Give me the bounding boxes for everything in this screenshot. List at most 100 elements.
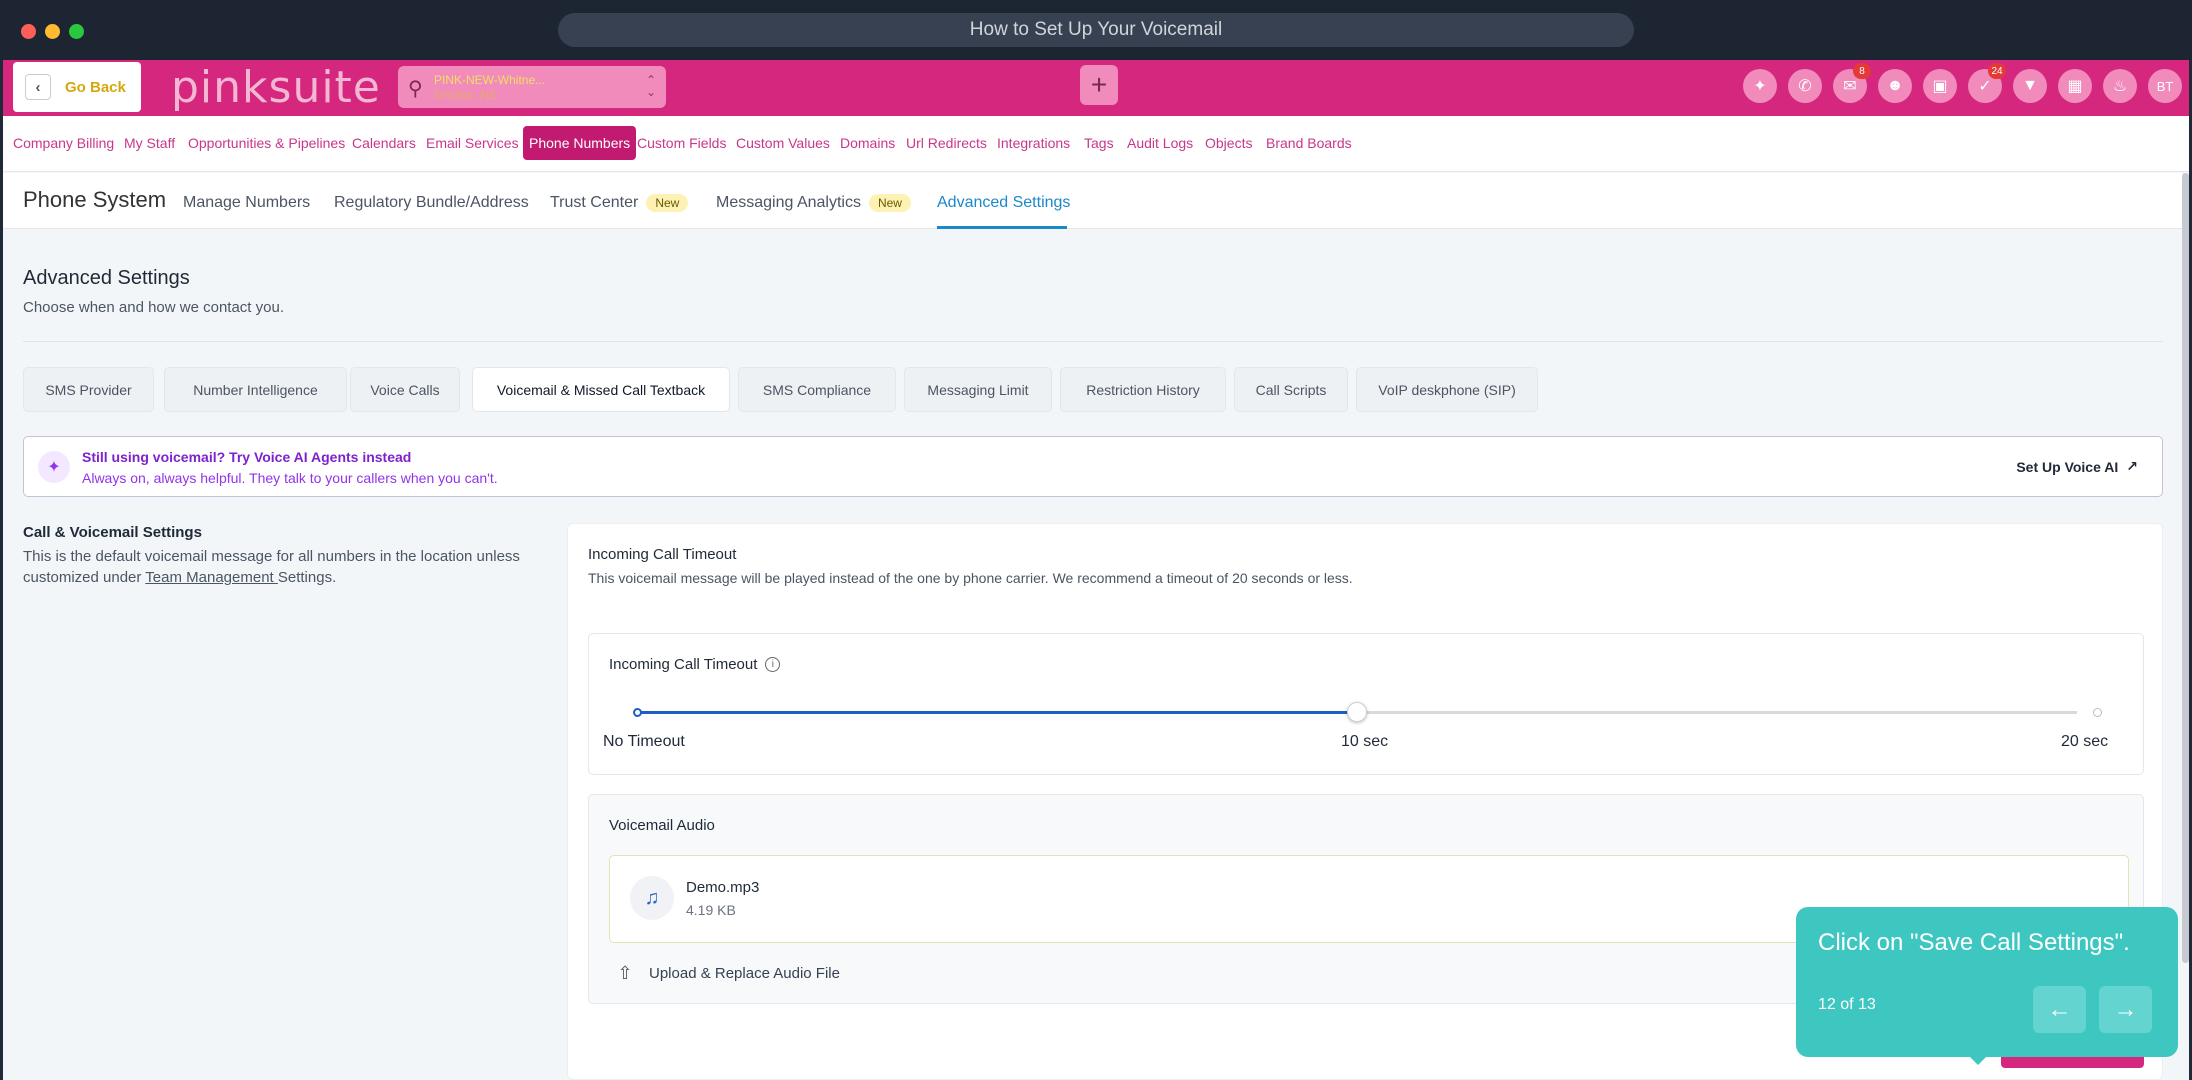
subtab-call-scripts[interactable]: Call Scripts [1234, 367, 1348, 412]
funnel-icon[interactable]: ▼ [2013, 69, 2047, 103]
timeout-title: Incoming Call Timeout [588, 546, 737, 563]
tooltip-tail [1968, 1055, 1988, 1065]
magic-icon[interactable]: ✦ [1743, 69, 1777, 103]
slider-max-label: 20 sec [2061, 733, 2109, 750]
settings-nav: Company Billing My Staff Opportunities &… [3, 116, 2189, 172]
tab-label: Messaging Analytics [716, 194, 861, 211]
nav-domains[interactable]: Domains [840, 135, 895, 151]
set-up-voice-ai-link[interactable]: Set Up Voice AI ↗ [2016, 458, 2138, 475]
external-link-icon: ↗ [2126, 458, 2138, 474]
bell-icon[interactable]: ♨ [2103, 69, 2137, 103]
divider [23, 341, 2163, 342]
nav-brand-boards[interactable]: Brand Boards [1266, 135, 1352, 151]
upload-label: Upload & Replace Audio File [649, 964, 840, 982]
timeout-desc: This voicemail message will be played in… [588, 570, 1353, 586]
slider-start-dot [633, 708, 642, 717]
slider-fill [637, 711, 1357, 714]
subtab-number-intelligence[interactable]: Number Intelligence [164, 367, 347, 412]
call-settings-desc: This is the default voicemail message fo… [23, 546, 543, 588]
tab-label: Advanced Settings [937, 194, 1071, 211]
nav-opportunities[interactable]: Opportunities & Pipelines [188, 135, 345, 151]
file-name: Demo.mp3 [686, 879, 760, 896]
page-scrollbar[interactable] [2182, 173, 2189, 963]
tooltip-next-button[interactable]: → [2099, 986, 2152, 1033]
close-window-button[interactable] [21, 24, 36, 39]
tab-label: Trust Center [550, 194, 639, 211]
nav-custom-fields[interactable]: Custom Fields [637, 135, 726, 151]
nav-integrations[interactable]: Integrations [997, 135, 1070, 151]
app: ‹ Go Back pinksuite ⚲ PINK-NEW-Whitne...… [3, 60, 2189, 1080]
page-title: Phone System [23, 187, 167, 212]
voicemail-audio-title: Voicemail Audio [609, 817, 715, 834]
tab-trust-center[interactable]: Trust Center New [550, 194, 689, 212]
subtab-restriction-history[interactable]: Restriction History [1060, 367, 1226, 412]
nav-url-redirects[interactable]: Url Redirects [906, 135, 987, 151]
nav-objects[interactable]: Objects [1205, 135, 1252, 151]
tooltip-step: 12 of 13 [1818, 996, 1876, 1013]
tab-label: Manage Numbers [183, 194, 311, 211]
nav-custom-values[interactable]: Custom Values [736, 135, 830, 151]
tooltip-prev-button[interactable]: ← [2033, 986, 2086, 1033]
subtab-voice-calls[interactable]: Voice Calls [350, 367, 460, 412]
slider-label: Incoming Call Timeout i [609, 656, 781, 673]
tab-manage-numbers[interactable]: Manage Numbers [183, 194, 310, 212]
quick-add-button[interactable]: + [1080, 65, 1118, 105]
chevron-left-icon: ‹ [25, 74, 51, 100]
banner-text: Always on, always helpful. They talk to … [82, 470, 498, 486]
logo: pinksuite [171, 62, 381, 113]
inbox-icon[interactable]: ✉ 8 [1833, 63, 1871, 103]
timeout-slider-box: Incoming Call Timeout i No Timeout 10 se… [588, 633, 2144, 775]
team-management-link[interactable]: Team Management [145, 569, 278, 586]
cta-label: Set Up Voice AI [2016, 458, 2119, 475]
calendar-icon[interactable]: ▦ [2058, 69, 2092, 103]
sparkle-icon: ✦ [38, 451, 70, 483]
slider-min-label: No Timeout [603, 733, 685, 750]
slider-handle[interactable] [1347, 702, 1367, 722]
location-switcher[interactable]: ⚲ PINK-NEW-Whitne... Omaha, NE ⌃ ⌄ [398, 66, 666, 108]
chevron-updown-icon: ⌃ ⌄ [645, 73, 656, 99]
avatar[interactable]: BT [2148, 69, 2182, 103]
tab-regulatory-bundle[interactable]: Regulatory Bundle/Address [334, 194, 529, 212]
subtab-sms-compliance[interactable]: SMS Compliance [738, 367, 896, 412]
location-sub: Omaha, NE [434, 88, 497, 102]
nav-company-billing[interactable]: Company Billing [13, 135, 114, 151]
section-title: Advanced Settings [23, 267, 190, 289]
tab-advanced-settings[interactable]: Advanced Settings [937, 194, 1070, 212]
go-back-label: Go Back [65, 78, 126, 96]
map-pin-icon: ⚲ [408, 78, 423, 100]
call-settings-title: Call & Voicemail Settings [23, 524, 202, 541]
banner-title: Still using voicemail? Try Voice AI Agen… [82, 449, 412, 465]
tab-messaging-analytics[interactable]: Messaging Analytics New [716, 194, 911, 212]
window-title: How to Set Up Your Voicemail [558, 13, 1634, 47]
subtab-voip-deskphone[interactable]: VoIP deskphone (SIP) [1356, 367, 1538, 412]
desc-text: Settings. [277, 569, 337, 586]
nav-audit-logs[interactable]: Audit Logs [1127, 135, 1193, 151]
maximize-window-button[interactable] [69, 24, 84, 39]
voice-ai-banner: ✦ Still using voicemail? Try Voice AI Ag… [23, 436, 2163, 497]
section-subtitle: Choose when and how we contact you. [23, 299, 284, 316]
slider-mid-label: 10 sec [1341, 733, 1389, 750]
upload-replace-button[interactable]: ⇧ Upload & Replace Audio File [615, 963, 840, 983]
phone-icon[interactable]: ✆ [1788, 69, 1822, 103]
briefcase-icon[interactable]: ▣ [1923, 69, 1957, 103]
nav-my-staff[interactable]: My Staff [124, 135, 175, 151]
slider-label-text: Incoming Call Timeout [609, 656, 758, 673]
music-note-icon: ♫ [630, 876, 674, 920]
inbox-badge: 8 [1853, 63, 1871, 79]
location-name: PINK-NEW-Whitne... [434, 73, 546, 87]
nav-tags[interactable]: Tags [1084, 135, 1114, 151]
go-back-button[interactable]: ‹ Go Back [13, 62, 141, 112]
tooltip-text: Click on "Save Call Settings". [1818, 929, 2130, 956]
tasks-icon[interactable]: ✓ 24 [1968, 63, 2006, 103]
subtab-sms-provider[interactable]: SMS Provider [23, 367, 154, 412]
phone-system-header: Phone System Manage Numbers Regulatory B… [3, 173, 2182, 229]
nav-email-services[interactable]: Email Services [426, 135, 519, 151]
nav-calendars[interactable]: Calendars [352, 135, 416, 151]
subtab-messaging-limit[interactable]: Messaging Limit [904, 367, 1052, 412]
nav-phone-numbers[interactable]: Phone Numbers [523, 126, 637, 160]
subtab-voicemail[interactable]: Voicemail & Missed Call Textback [472, 367, 730, 412]
walkthrough-tooltip: Click on "Save Call Settings". 12 of 13 … [1796, 907, 2178, 1065]
info-icon[interactable]: i [765, 657, 781, 672]
contacts-icon[interactable]: ☻ [1878, 69, 1912, 103]
minimize-window-button[interactable] [45, 24, 60, 39]
